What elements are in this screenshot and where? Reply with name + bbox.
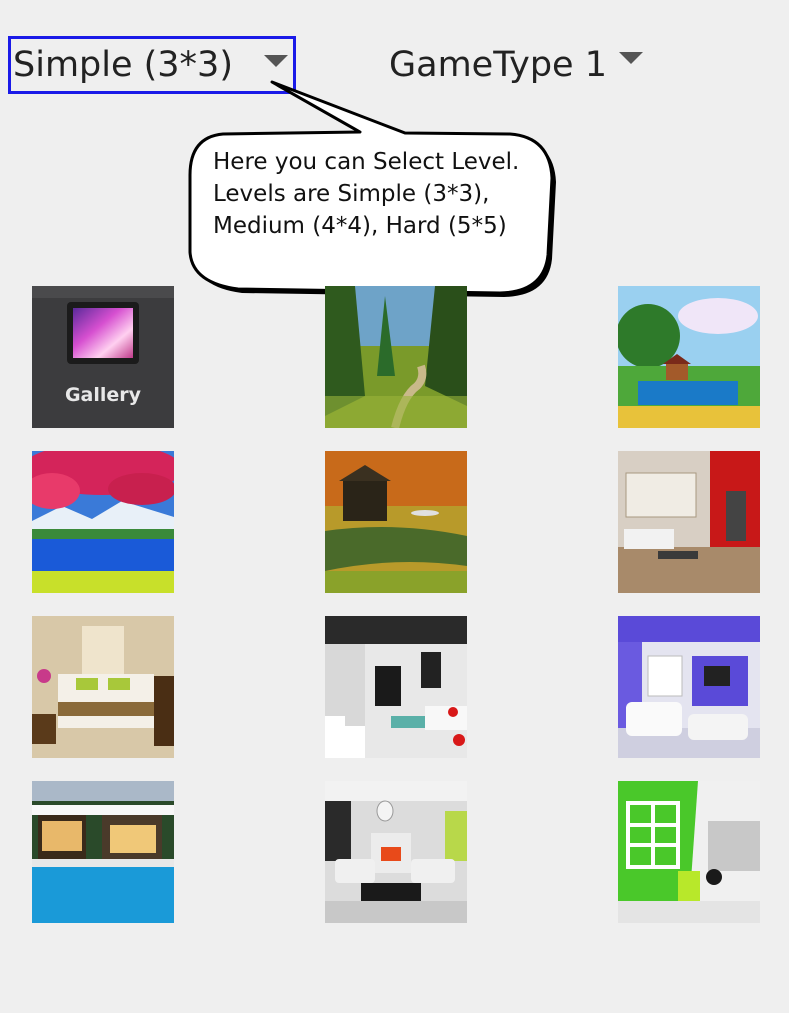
- purple-living-room-image: [618, 616, 760, 758]
- thumbnail-green-wall-room[interactable]: [618, 781, 760, 923]
- red-living-room-image: [618, 451, 760, 593]
- gametype-spinner-value: GameType 1: [389, 45, 607, 85]
- dropdown-arrow-icon: [264, 55, 288, 67]
- thumbnail-purple-living-room[interactable]: [618, 616, 760, 758]
- level-spinner[interactable]: Simple (3*3): [8, 36, 296, 94]
- tooltip-line: Here you can Select Level.: [213, 149, 520, 175]
- lake-cabin-painting-image: [618, 286, 760, 428]
- forest-path-image: [325, 286, 467, 428]
- thumbnail-lake-cabin-painting[interactable]: [618, 286, 760, 428]
- gallery-icon: [32, 286, 174, 428]
- gallery-label: Gallery: [64, 384, 142, 406]
- thumbnail-pool-house[interactable]: [32, 781, 174, 923]
- tooltip-line: Levels are Simple (3*3),: [213, 181, 490, 207]
- tooltip-line: Medium (4*4), Hard (5*5): [213, 213, 507, 239]
- pool-house-image: [32, 781, 174, 923]
- thumbnail-forest-path[interactable]: [325, 286, 467, 428]
- thumbnail-modern-staircase-lounge[interactable]: [325, 616, 467, 758]
- thumbnail-bedroom[interactable]: [32, 616, 174, 758]
- thumbnail-red-living-room[interactable]: [618, 451, 760, 593]
- thumbnail-autumn-river-house[interactable]: [325, 451, 467, 593]
- thumbnail-lounge-with-fireplace[interactable]: [325, 781, 467, 923]
- modern-staircase-lounge-image: [325, 616, 467, 758]
- gametype-spinner[interactable]: GameType 1: [389, 36, 659, 94]
- lounge-with-fireplace-image: [325, 781, 467, 923]
- level-spinner-value: Simple (3*3): [13, 45, 233, 85]
- tooltip-text: Here you can Select Level. Levels are Si…: [213, 146, 543, 242]
- dropdown-arrow-icon: [619, 52, 643, 64]
- gallery-button[interactable]: Gallery: [32, 286, 174, 428]
- bedroom-image: [32, 616, 174, 758]
- autumn-river-house-image: [325, 451, 467, 593]
- thumbnail-cherry-blossom-lake[interactable]: [32, 451, 174, 593]
- green-wall-room-image: [618, 781, 760, 923]
- cherry-blossom-lake-image: [32, 451, 174, 593]
